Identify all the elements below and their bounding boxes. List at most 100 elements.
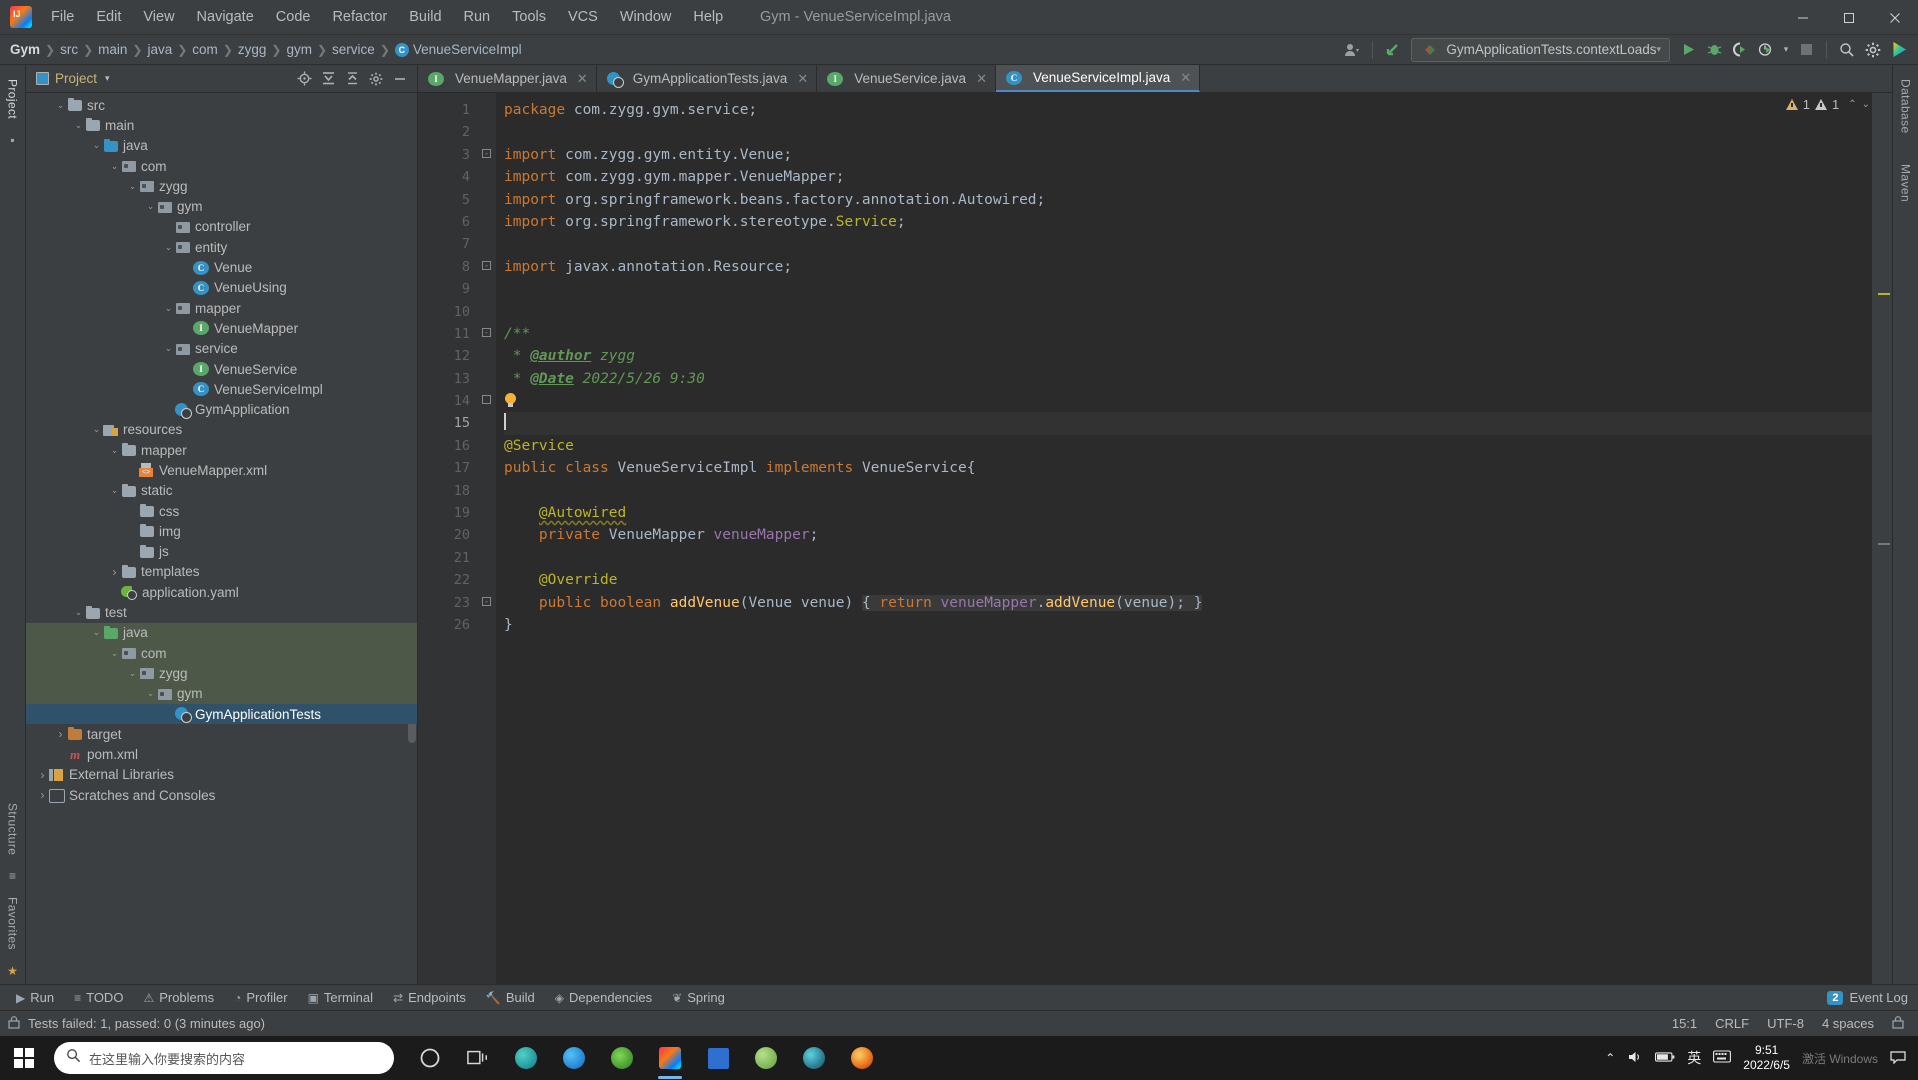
tree-item-service[interactable]: ⌄ service — [26, 339, 417, 359]
tree-item-zygg[interactable]: ⌄ zygg — [26, 176, 417, 196]
tray-ime-icon[interactable]: 英 — [1687, 1048, 1701, 1068]
tree-item-venueserviceimpl[interactable]: C VenueServiceImpl — [26, 379, 417, 399]
tray-keyboard-icon[interactable] — [1713, 1050, 1732, 1066]
line-number-19[interactable]: 19 — [418, 502, 478, 524]
line-number-8[interactable]: 8 — [418, 256, 478, 278]
chevron-down-icon[interactable]: ⌄ — [108, 648, 121, 659]
project-panel-title[interactable]: Project ▾ — [36, 71, 110, 86]
fold-marker-11[interactable]: - — [478, 323, 496, 345]
event-log-area[interactable]: 2 Event Log — [1827, 990, 1918, 1005]
line-number-17[interactable]: 17 — [418, 457, 493, 479]
chevron-right-icon[interactable]: › — [36, 788, 49, 802]
fold-marker-1[interactable] — [478, 99, 496, 121]
chevron-down-icon[interactable]: ⌄ — [126, 668, 139, 679]
line-separator[interactable]: CRLF — [1715, 1016, 1749, 1031]
tray-chevron-icon[interactable]: ⌃ — [1605, 1051, 1615, 1065]
line-number-20[interactable]: 20 — [418, 524, 493, 546]
tree-item-pom-xml[interactable]: m pom.xml — [26, 745, 417, 765]
run-button[interactable] — [1675, 38, 1701, 62]
fold-toggle-icon[interactable]: - — [482, 596, 491, 606]
menu-edit[interactable]: Edit — [85, 5, 132, 29]
breadcrumb-src[interactable]: src — [60, 42, 78, 57]
tree-item-venueservice[interactable]: I VenueService — [26, 359, 417, 379]
fold-marker-10[interactable] — [478, 301, 496, 323]
taskbar-search-box[interactable]: 在这里输入你要搜索的内容 — [54, 1042, 394, 1074]
fold-marker-2[interactable] — [478, 121, 496, 143]
line-number-26[interactable]: 26 — [418, 614, 478, 636]
rail-database[interactable]: Database — [1899, 71, 1913, 142]
line-number-10[interactable]: 10 — [418, 301, 478, 323]
breadcrumb-zygg[interactable]: zygg — [238, 42, 267, 57]
tree-item-target[interactable]: › target — [26, 724, 417, 744]
analysis-marker-info[interactable] — [1878, 543, 1890, 545]
chevron-down-icon[interactable]: ⌄ — [162, 343, 175, 354]
editor-tab-venueservice-java[interactable]: I VenueService.java ✕ — [817, 65, 996, 92]
code-content[interactable]: package com.zygg.gym.service; import com… — [496, 93, 1872, 984]
rail-bookmarks-icon[interactable]: ▪ — [10, 133, 14, 147]
rail-project[interactable]: Project — [6, 71, 20, 127]
line-number-12[interactable]: 12 — [418, 345, 478, 367]
maximize-button[interactable] — [1826, 0, 1872, 35]
chevron-down-icon[interactable]: ⌄ — [108, 445, 121, 456]
project-tree[interactable]: ⌄ src ⌄ main ⌄ java ⌄ com ⌄ zygg ⌄ gym controller ⌄ en… — [26, 93, 417, 984]
chevron-down-icon[interactable]: ⌄ — [90, 424, 103, 435]
breadcrumb-service[interactable]: service — [332, 42, 375, 57]
line-number-13[interactable]: 13 — [418, 368, 478, 390]
editor-tab-venuemapper-java[interactable]: I VenueMapper.java ✕ — [418, 65, 597, 92]
taskbar-intellij-icon[interactable] — [648, 1036, 692, 1080]
tree-item-test[interactable]: ⌄ test — [26, 602, 417, 622]
line-number-7[interactable]: 7 — [418, 233, 478, 255]
fold-marker-19[interactable] — [478, 502, 496, 524]
tree-item-css[interactable]: css — [26, 501, 417, 521]
taskbar-edge-icon[interactable] — [552, 1036, 596, 1080]
breadcrumb-gym-pkg[interactable]: gym — [286, 42, 312, 57]
hide-panel-icon[interactable] — [389, 68, 411, 90]
chevron-right-icon[interactable]: › — [36, 768, 49, 782]
fold-marker-23[interactable]: - — [478, 592, 496, 614]
breadcrumb-class[interactable]: C VenueServiceImpl — [394, 42, 522, 57]
fold-marker-9[interactable] — [478, 278, 496, 300]
fold-end-icon[interactable] — [482, 395, 491, 405]
fold-marker-13[interactable] — [478, 368, 496, 390]
fold-marker-22[interactable] — [478, 569, 496, 591]
toolwindow-profiler[interactable]: ◔ Profiler — [224, 985, 297, 1011]
editor-tab-gymapplicationtests-java[interactable]: GymApplicationTests.java ✕ — [597, 65, 818, 92]
breadcrumb-com[interactable]: com — [192, 42, 218, 57]
fold-marker-15[interactable] — [478, 412, 496, 434]
locate-file-icon[interactable] — [293, 68, 315, 90]
tree-item-venueusing[interactable]: C VenueUsing — [26, 278, 417, 298]
fold-marker-21[interactable] — [478, 547, 496, 569]
line-number-11[interactable]: 11 — [418, 323, 478, 345]
line-number-gutter[interactable]: 1 2 3 4 5 6 7 8 9 10 11 12 13 14 15 16 17 18 19 20 21 22 23 26 — [418, 93, 493, 984]
inspection-summary[interactable]: 1 1 ⌃ ⌄ — [1785, 97, 1870, 112]
profiler-dropdown-icon[interactable]: ▾ — [1779, 38, 1793, 62]
start-button[interactable] — [0, 1036, 48, 1080]
menu-vcs[interactable]: VCS — [557, 5, 609, 29]
stop-button[interactable] — [1793, 38, 1819, 62]
chevron-right-icon[interactable]: › — [54, 727, 67, 741]
run-with-coverage-button[interactable] — [1727, 38, 1753, 62]
tree-item-gym[interactable]: ⌄ gym — [26, 196, 417, 216]
taskbar-teal-browser-icon[interactable] — [504, 1036, 548, 1080]
close-icon[interactable]: ✕ — [577, 71, 588, 87]
tree-item-scratches-and-consoles[interactable]: › Scratches and Consoles — [26, 785, 417, 805]
close-icon[interactable]: ✕ — [1180, 70, 1191, 86]
panel-settings-icon[interactable] — [365, 68, 387, 90]
tree-item-gym[interactable]: ⌄ gym — [26, 683, 417, 704]
toolwindow-endpoints[interactable]: ⇄ Endpoints — [383, 985, 476, 1011]
tree-item-com[interactable]: ⌄ com — [26, 643, 417, 664]
fold-toggle-icon[interactable]: - — [482, 148, 491, 158]
caret-position[interactable]: 15:1 — [1672, 1016, 1697, 1031]
breadcrumb-gym[interactable]: Gym — [10, 42, 40, 57]
rail-maven[interactable]: Maven — [1899, 156, 1913, 210]
menu-view[interactable]: View — [132, 5, 185, 29]
fold-marker-16[interactable] — [478, 435, 496, 457]
line-number-2[interactable]: 2 — [418, 121, 478, 143]
line-number-5[interactable]: 5 — [418, 189, 478, 211]
chevron-down-icon[interactable]: ⌄ — [144, 201, 157, 212]
menu-refactor[interactable]: Refactor — [321, 5, 398, 29]
tree-item-java[interactable]: ⌄ java — [26, 136, 417, 156]
taskbar-media-player-icon[interactable] — [600, 1036, 644, 1080]
tree-item-js[interactable]: js — [26, 542, 417, 562]
close-icon[interactable]: ✕ — [976, 71, 987, 87]
